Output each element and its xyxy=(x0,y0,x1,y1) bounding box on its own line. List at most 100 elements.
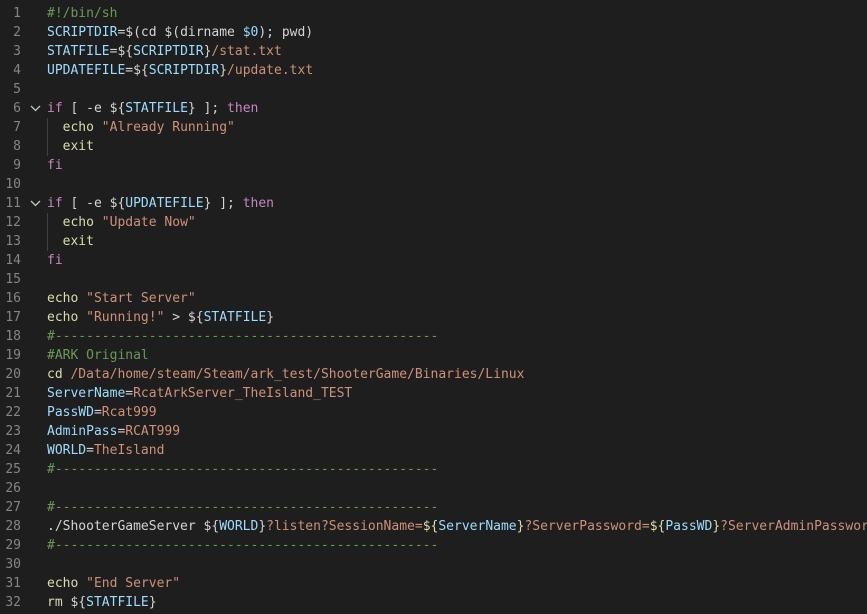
code-line[interactable]: 31 echo "End Server" xyxy=(0,574,867,593)
code-line[interactable]: 32 rm ${STATFILE} xyxy=(0,593,867,612)
code-text: echo "Already Running" xyxy=(47,118,235,137)
line-number: 21 xyxy=(5,386,21,401)
line-number: 4 xyxy=(13,63,21,78)
code-token: UPDATEFILE xyxy=(125,196,204,211)
code-line[interactable]: 26 xyxy=(0,479,867,498)
code-text: ./ShooterGameServer ${WORLD}?listen?Sess… xyxy=(47,517,867,536)
code-token: exit xyxy=(62,234,94,249)
line-number: 31 xyxy=(5,576,21,591)
code-token: ?ServerPassword= xyxy=(524,519,650,534)
line-number: 17 xyxy=(5,310,21,325)
code-line[interactable]: 18 #-------------------------------------… xyxy=(0,327,867,346)
code-line[interactable]: 2 SCRIPTDIR=$(cd $(dirname $0); pwd) xyxy=(0,23,867,42)
code-token: PassWD xyxy=(665,519,713,534)
code-line[interactable]: 16 echo "Start Server" xyxy=(0,289,867,308)
code-token: } xyxy=(258,519,267,534)
line-number: 32 xyxy=(5,595,21,610)
code-line[interactable]: 10 xyxy=(0,175,867,194)
code-line[interactable]: 5 xyxy=(0,80,867,99)
code-token: rm xyxy=(47,595,71,610)
code-editor[interactable]: 1 #!/bin/sh 2 SCRIPTDIR=$(cd $(dirname $0);… xyxy=(0,0,867,614)
line-number: 9 xyxy=(13,158,21,173)
code-line[interactable]: 29 #-------------------------------------… xyxy=(0,536,867,555)
code-token: SCRIPTDIR xyxy=(148,63,220,78)
code-token: ${ xyxy=(649,519,666,534)
code-token: #---------------------------------------… xyxy=(47,538,439,553)
code-token: } ]; xyxy=(187,101,228,116)
code-token: RcatArkServer_TheIsland_TEST xyxy=(133,386,353,401)
code-token: echo xyxy=(62,215,102,230)
line-number: 2 xyxy=(13,25,21,40)
code-line[interactable]: 20 cd /Data/home/steam/Steam/ark_test/Sho… xyxy=(0,365,867,384)
code-text: echo "Update Now" xyxy=(47,213,196,232)
code-token: then xyxy=(227,101,259,116)
code-line[interactable]: 30 xyxy=(0,555,867,574)
code-line[interactable]: 6 if [ -e ${STATFILE} ]; then xyxy=(0,99,867,118)
code-token: STATFILE xyxy=(47,44,110,59)
code-text: WORLD=TheIsland xyxy=(47,441,164,460)
line-number: 19 xyxy=(5,348,21,363)
code-token: #!/bin/sh xyxy=(47,6,118,21)
line-number: 15 xyxy=(5,272,21,287)
code-token: ); pwd) xyxy=(258,25,314,40)
fold-chevron-icon[interactable] xyxy=(29,99,43,118)
code-token: WORLD xyxy=(47,443,87,458)
line-number: 22 xyxy=(5,405,21,420)
code-line[interactable]: 11 if [ -e ${UPDATEFILE} ]; then xyxy=(0,194,867,213)
code-token: "Update Now" xyxy=(101,215,196,230)
code-token: } xyxy=(148,595,157,610)
code-line[interactable]: 1 #!/bin/sh xyxy=(0,4,867,23)
code-token: fi xyxy=(47,158,63,173)
code-token: AdminPass xyxy=(47,424,118,439)
code-text: #!/bin/sh xyxy=(47,4,117,23)
code-token: WORLD xyxy=(219,519,259,534)
line-number: 24 xyxy=(5,443,21,458)
code-token: cd xyxy=(47,367,71,382)
fold-chevron-icon[interactable] xyxy=(29,194,43,213)
code-text: if [ -e ${STATFILE} ]; then xyxy=(47,99,258,118)
line-number: 10 xyxy=(5,177,21,192)
code-line[interactable]: 9 fi xyxy=(0,156,867,175)
line-number: 11 xyxy=(5,196,21,211)
code-line[interactable]: 24 WORLD=TheIsland xyxy=(0,441,867,460)
code-token: > ${ xyxy=(164,310,204,325)
code-token: Rcat999 xyxy=(101,405,157,420)
code-line[interactable]: 23 AdminPass=RCAT999 xyxy=(0,422,867,441)
code-line[interactable]: 7 echo "Already Running" xyxy=(0,118,867,137)
code-text: rm ${STATFILE} xyxy=(47,593,157,612)
code-line[interactable]: 17 echo "Running!" > ${STATFILE} xyxy=(0,308,867,327)
code-line[interactable]: 27 #-------------------------------------… xyxy=(0,498,867,517)
code-token: [ -e ${ xyxy=(62,196,126,211)
code-line[interactable]: 19 #ARK Original xyxy=(0,346,867,365)
code-token: "Start Server" xyxy=(86,291,196,306)
code-line[interactable]: 8 exit xyxy=(0,137,867,156)
code-token: ?ServerAdminPassword= xyxy=(720,519,867,534)
code-text: #---------------------------------------… xyxy=(47,327,438,346)
line-number: 12 xyxy=(5,215,21,230)
code-line[interactable]: 14 fi xyxy=(0,251,867,270)
code-token: STATFILE xyxy=(125,101,188,116)
code-line[interactable]: 15 xyxy=(0,270,867,289)
code-line[interactable]: 21 ServerName=RcatArkServer_TheIsland_TES… xyxy=(0,384,867,403)
code-token: TheIsland xyxy=(93,443,165,458)
code-token: /update.txt xyxy=(227,63,314,78)
line-number: 25 xyxy=(5,462,21,477)
code-text: #ARK Original xyxy=(47,346,149,365)
line-number: 1 xyxy=(13,6,21,21)
code-line[interactable]: 22 PassWD=Rcat999 xyxy=(0,403,867,422)
code-token: $0 xyxy=(242,25,259,40)
code-line[interactable]: 12 echo "Update Now" xyxy=(0,213,867,232)
line-number: 3 xyxy=(13,44,21,59)
code-line[interactable]: 13 exit xyxy=(0,232,867,251)
line-number: 20 xyxy=(5,367,21,382)
code-text: #---------------------------------------… xyxy=(47,536,438,555)
code-line[interactable]: 4 UPDATEFILE=${SCRIPTDIR}/update.txt xyxy=(0,61,867,80)
code-line[interactable]: 28 ./ShooterGameServer ${WORLD}?listen?Se… xyxy=(0,517,867,536)
code-token: STATFILE xyxy=(203,310,267,325)
code-line[interactable]: 25 #-------------------------------------… xyxy=(0,460,867,479)
code-line[interactable]: 3 STATFILE=${SCRIPTDIR}/stat.txt xyxy=(0,42,867,61)
clipped-top-line xyxy=(47,0,183,3)
code-token: echo xyxy=(62,120,102,135)
code-token: if xyxy=(47,101,63,116)
code-text: UPDATEFILE=${SCRIPTDIR}/update.txt xyxy=(47,61,313,80)
